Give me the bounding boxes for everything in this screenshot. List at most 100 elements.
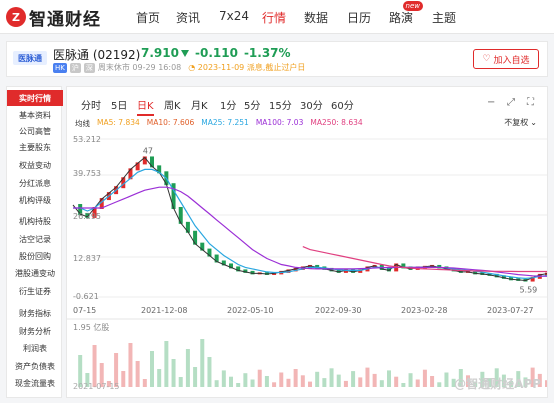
candlestick (193, 230, 198, 245)
candlestick (178, 206, 183, 224)
stock-meta: HK 沪 深 周末休市 09-29 16:08 ◔ 2023-11-09 派息,… (53, 62, 305, 73)
stock-logo: 医脉通 (13, 51, 47, 65)
connect-tag-sh: 沪 (69, 62, 81, 73)
sidebar-item-equity-change[interactable]: 权益变动 (7, 158, 63, 172)
change-percent: -1.37% (243, 46, 291, 60)
new-badge: new (402, 1, 424, 11)
volume-bar (164, 341, 169, 387)
logo-mark-icon: Z (6, 7, 26, 27)
sidebar-item-income-statement[interactable]: 利润表 (7, 341, 63, 355)
volume-bar (437, 382, 442, 387)
sidebar-item-short-selling[interactable]: 沽空记录 (7, 232, 63, 246)
x-tick-label: 2021-12-08 (141, 306, 188, 315)
dividend-event[interactable]: ◔ 2023-11-09 派息,截止过户日 (188, 62, 305, 73)
nav-topics[interactable]: 主题 (432, 9, 456, 26)
volume-bar (394, 376, 399, 387)
connect-tag-sz: 深 (83, 62, 95, 73)
stock-header: 医脉通 医脉通 (02192) 7.910 -0.110 -1.37% HK 沪… (6, 41, 548, 77)
volume-bar (351, 371, 356, 387)
x-tick-label: 2022-05-10 (227, 306, 274, 315)
volume-bar (121, 371, 126, 387)
volume-bar (243, 373, 248, 387)
bell-icon: ◔ (188, 63, 196, 72)
kline-chart-panel: 分时 5日 日K 周K 月K 1分 5分 15分 30分 60分 − ⤢ ⛶ 均… (66, 86, 548, 398)
nav-roadshow[interactable]: 路演 new (389, 1, 424, 26)
market-tag: HK (53, 62, 67, 73)
nav-data[interactable]: 数据 (304, 9, 328, 26)
sidebar-item-realtime[interactable]: 实时行情 (7, 90, 63, 106)
volume-bar (315, 371, 320, 387)
logo-text: 智通财经 (29, 9, 101, 30)
volume-bar (200, 339, 205, 387)
volume-bar (178, 377, 183, 387)
volume-bar (329, 368, 334, 387)
low-marker: 5.59 (519, 286, 537, 295)
volume-bar (415, 379, 420, 387)
sidebar-item-financial-indicators[interactable]: 财务指标 (7, 306, 63, 320)
sidebar-item-cash-flow[interactable]: 现金流量表 (7, 376, 63, 390)
volume-bar (236, 383, 241, 387)
volume-bar (272, 382, 277, 387)
sidebar-item-balance-sheet[interactable]: 资产负债表 (7, 359, 63, 373)
sidebar-item-buyback[interactable]: 股份回购 (7, 249, 63, 263)
nav-news[interactable]: 资讯 (176, 9, 200, 26)
market-status: 周末休市 09-29 16:08 (97, 63, 182, 72)
volume-bar (358, 377, 363, 387)
heart-icon: ♡ (482, 54, 491, 64)
volume-bar (250, 379, 255, 387)
volume-bar (257, 369, 262, 387)
volume-bar (343, 380, 348, 387)
y-tick-label: -0.621 (73, 292, 99, 301)
volume-bar (308, 381, 312, 387)
watermark: @智通财经APP (454, 377, 541, 391)
volume-bar (444, 372, 449, 387)
stock-name: 医脉通 (02192) (53, 48, 141, 62)
nav-home[interactable]: 首页 (136, 9, 160, 26)
y-tick-label: 53.212 (73, 135, 101, 144)
range-start-date: 2021-07-15 (73, 382, 120, 391)
nav-7x24[interactable]: 7x24 (219, 9, 249, 23)
volume-bar (142, 379, 147, 387)
volume-bar (300, 375, 305, 387)
nav-market[interactable]: 行情 (262, 9, 286, 26)
site-logo[interactable]: Z 智通财经 (6, 6, 101, 30)
volume-bar (365, 367, 370, 387)
y-tick-label: 39.753 (73, 169, 101, 178)
volume-bar (422, 369, 427, 387)
add-watchlist-button[interactable]: ♡ 加入自选 (473, 49, 539, 69)
stock-price: 7.910 (141, 46, 179, 60)
nav-calendar[interactable]: 日历 (347, 9, 371, 26)
change-value: -0.110 (195, 46, 238, 60)
sidebar-item-connect-change[interactable]: 港股通变动 (7, 266, 63, 280)
sidebar-item-executives[interactable]: 公司高管 (7, 124, 63, 138)
sidebar-item-derivatives[interactable]: 衍生证券 (7, 284, 63, 298)
volume-bar (229, 376, 233, 387)
volume-bar (157, 369, 162, 387)
sidebar-item-financial-analysis[interactable]: 财务分析 (7, 324, 63, 338)
high-marker: 47 (143, 146, 153, 155)
volume-bar (214, 380, 219, 387)
x-tick-label: 07-15 (73, 306, 97, 315)
series-line-ma100 (73, 186, 547, 277)
down-arrow-icon (181, 49, 189, 57)
volume-bar (92, 345, 97, 387)
series-line-price (72, 156, 547, 282)
volume-bar (264, 376, 269, 387)
sidebar-item-profile[interactable]: 基本资料 (7, 108, 63, 122)
kline-chart-svg: 475.59 (67, 138, 547, 387)
sidebar-item-dividends[interactable]: 分红派息 (7, 176, 63, 190)
volume-bar (387, 370, 391, 387)
volume-bar (128, 343, 133, 387)
sidebar-item-institution-holdings[interactable]: 机构持股 (7, 214, 63, 228)
volume-bar (193, 367, 198, 387)
sidebar-item-ratings[interactable]: 机构评级 (7, 193, 63, 207)
x-tick-label: 2023-07-27 (487, 306, 534, 315)
x-tick-label: 2022-09-30 (315, 306, 362, 315)
volume-bar (279, 372, 284, 387)
volume-bar (185, 349, 190, 387)
volume-bar (135, 361, 140, 387)
dividend-event-text: 2023-11-09 派息,截止过户日 (197, 63, 306, 72)
sidebar-item-shareholders[interactable]: 主要股东 (7, 140, 63, 154)
volume-bar (322, 378, 327, 387)
add-watchlist-label: 加入自选 (493, 55, 530, 66)
